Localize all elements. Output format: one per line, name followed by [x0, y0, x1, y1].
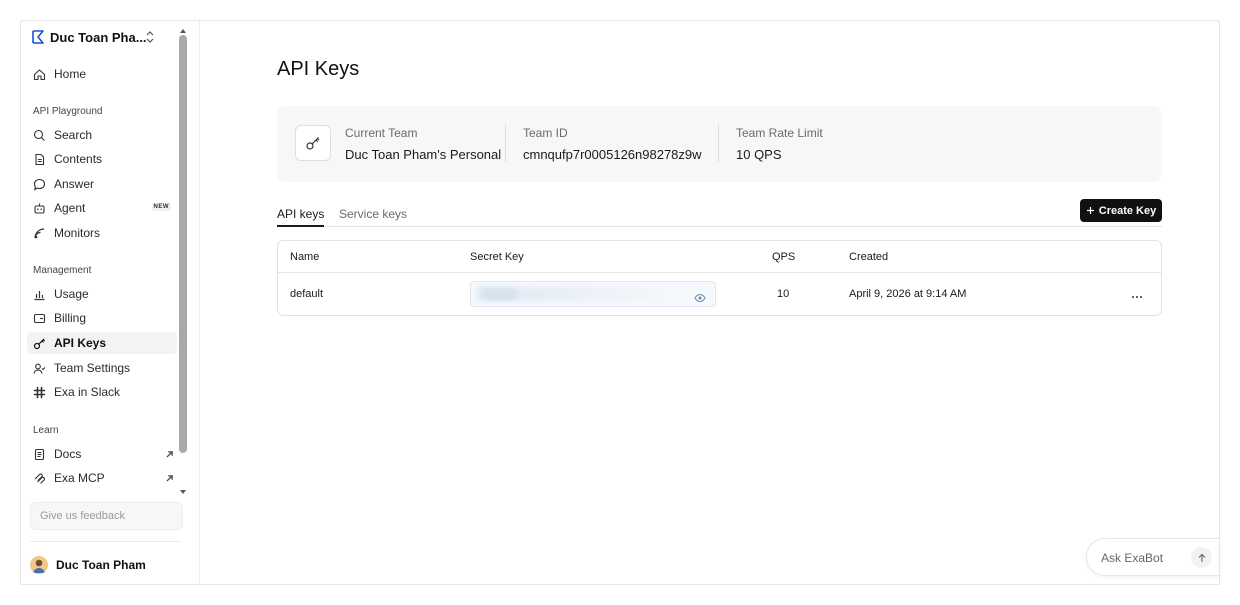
external-link-icon	[163, 448, 173, 458]
sidebar-item-label: Search	[54, 128, 93, 142]
sidebar: Duc Toan Pha... Home API Playground Sear…	[21, 21, 200, 584]
team-rate-limit: Team Rate Limit 10 QPS	[736, 126, 823, 162]
main-content: API Keys Current Team Duc Toan Pham's Pe…	[201, 21, 1219, 584]
divider	[718, 124, 719, 162]
sidebar-item-api-keys[interactable]: API Keys	[27, 332, 177, 354]
chat-icon	[33, 178, 46, 191]
exa-logo-icon	[31, 29, 45, 45]
sidebar-scrollbar-thumb[interactable]	[179, 35, 187, 453]
sidebar-item-exa-mcp[interactable]: Exa MCP	[27, 467, 177, 489]
sidebar-item-monitors[interactable]: Monitors	[27, 222, 177, 244]
external-link-icon	[163, 472, 173, 482]
workspace-name: Duc Toan Pha...	[50, 29, 147, 45]
sidebar-item-agent[interactable]: Agent NEW	[27, 197, 177, 219]
ask-exabot-input[interactable]: Ask ExaBot	[1101, 551, 1163, 565]
rate-limit-value: 10 QPS	[736, 147, 782, 162]
column-header-qps: QPS	[772, 251, 796, 263]
sidebar-item-contents[interactable]: Contents	[27, 148, 177, 170]
sidebar-item-label: Agent	[54, 201, 86, 215]
team-id: Team ID cmnqufp7r0005126n98278z9w	[523, 126, 702, 162]
table-header: Name Secret Key QPS Created	[278, 241, 1161, 273]
sidebar-item-label: API Keys	[54, 336, 107, 350]
section-label-learn: Learn	[33, 425, 59, 436]
sidebar-item-label: Answer	[54, 177, 95, 191]
robot-icon	[34, 203, 45, 214]
sidebar-item-exa-in-slack[interactable]: Exa in Slack	[27, 381, 177, 403]
sidebar-item-billing[interactable]: Billing	[27, 307, 177, 329]
team-id-label: Team ID	[523, 126, 568, 140]
avatar	[30, 556, 48, 574]
billing-icon	[33, 313, 46, 323]
create-key-button[interactable]: Create Key	[1080, 199, 1162, 222]
app-window: Duc Toan Pha... Home API Playground Sear…	[20, 20, 1220, 585]
user-name: Duc Toan Pham	[56, 558, 146, 572]
key-name: default	[290, 288, 324, 300]
team-id-value: cmnqufp7r0005126n98278z9w	[523, 147, 702, 162]
secret-key-field[interactable]	[470, 281, 716, 307]
key-created: April 9, 2026 at 9:14 AM	[849, 288, 967, 300]
monitor-icon	[34, 227, 45, 238]
column-header-name: Name	[290, 251, 320, 263]
team-icon	[33, 363, 46, 374]
sidebar-item-label: Contents	[54, 152, 103, 166]
plus-icon	[1086, 207, 1094, 214]
api-keys-table: Name Secret Key QPS Created default 10 A…	[277, 240, 1162, 316]
masked-secret-highlight	[483, 288, 517, 300]
sidebar-item-answer[interactable]: Answer	[27, 173, 177, 195]
mcp-icon	[34, 473, 45, 484]
tab-api-keys[interactable]: API keys	[277, 207, 325, 227]
sidebar-item-label: Monitors	[54, 226, 101, 240]
slack-icon	[33, 386, 46, 398]
column-header-created: Created	[849, 251, 889, 263]
column-header-secret-key: Secret Key	[470, 251, 524, 263]
more-options-icon[interactable]	[1130, 287, 1144, 298]
send-arrow-icon[interactable]	[1191, 547, 1212, 568]
sidebar-item-label: Docs	[54, 447, 82, 461]
sidebar-item-label: Billing	[54, 311, 87, 325]
search-icon	[33, 129, 45, 141]
eye-icon[interactable]	[694, 290, 706, 303]
docs-icon	[34, 448, 45, 460]
sidebar-item-usage[interactable]: Usage	[27, 283, 177, 305]
key-tile-icon	[295, 125, 331, 161]
current-team: Current Team Duc Toan Pham's Personal	[345, 126, 501, 162]
user-menu[interactable]: Duc Toan Pham	[30, 556, 146, 574]
key-qps: 10	[777, 288, 790, 300]
rate-limit-label: Team Rate Limit	[736, 126, 823, 140]
page-title: API Keys	[277, 58, 360, 80]
chevron-updown-icon	[144, 30, 156, 44]
workspace-switcher[interactable]: Duc Toan Pha...	[31, 27, 154, 47]
section-label-playground: API Playground	[33, 106, 103, 117]
sidebar-item-label: Usage	[54, 287, 89, 301]
section-label-management: Management	[33, 265, 92, 276]
key-icon	[33, 338, 45, 349]
key-tabs: API keys Service keys	[277, 204, 1162, 227]
document-icon	[35, 153, 45, 165]
new-badge: NEW	[151, 203, 171, 211]
sidebar-item-label: Home	[54, 67, 87, 81]
team-info-card: Current Team Duc Toan Pham's Personal Te…	[277, 106, 1162, 182]
tab-service-keys[interactable]: Service keys	[339, 207, 407, 227]
divider	[505, 124, 506, 162]
create-key-label: Create Key	[1098, 204, 1157, 217]
home-icon	[33, 68, 46, 80]
sidebar-divider	[30, 541, 182, 542]
sidebar-item-search[interactable]: Search	[27, 124, 177, 146]
scroll-down-arrow-icon[interactable]	[179, 482, 187, 494]
sidebar-item-label: Team Settings	[54, 361, 131, 375]
scroll-up-arrow-icon[interactable]	[179, 21, 187, 33]
sidebar-item-team-settings[interactable]: Team Settings	[27, 357, 177, 379]
feedback-input[interactable]: Give us feedback	[30, 502, 183, 530]
sidebar-item-docs[interactable]: Docs	[27, 443, 177, 465]
current-team-label: Current Team	[345, 126, 418, 140]
sidebar-item-label: Exa MCP	[54, 471, 105, 485]
current-team-value: Duc Toan Pham's Personal	[345, 147, 502, 162]
sidebar-item-label: Exa in Slack	[54, 385, 121, 399]
bar-chart-icon	[34, 290, 45, 300]
ask-exabot-widget[interactable]: Ask ExaBot	[1086, 538, 1220, 576]
sidebar-item-home[interactable]: Home	[27, 63, 177, 85]
